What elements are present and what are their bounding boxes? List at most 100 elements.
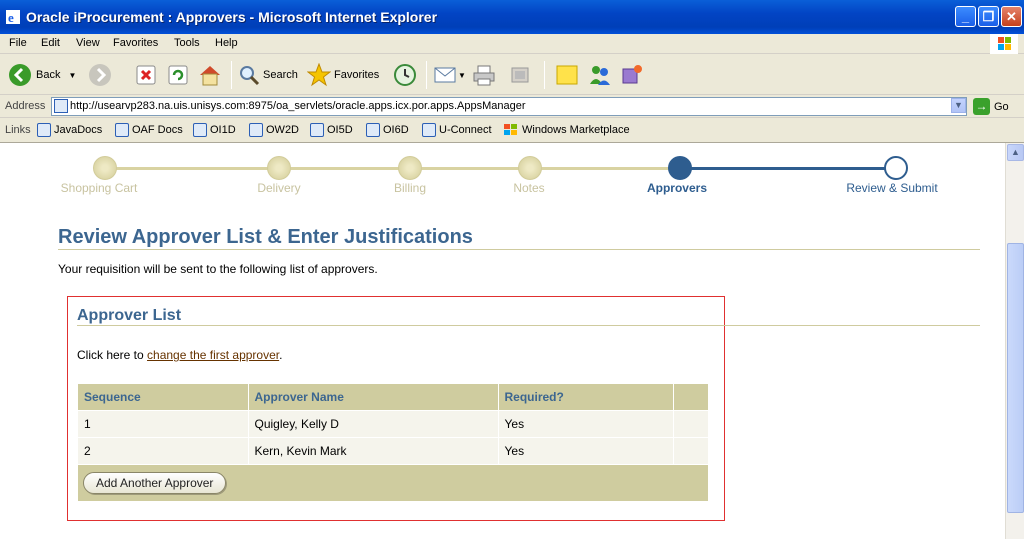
maximize-button[interactable]: ❐ bbox=[978, 6, 999, 27]
discuss-button[interactable] bbox=[555, 63, 579, 87]
address-dropdown-icon[interactable]: ▼ bbox=[951, 98, 966, 113]
train-label-notes[interactable]: Notes bbox=[513, 181, 544, 195]
toolbar-separator bbox=[231, 61, 232, 89]
home-icon bbox=[200, 66, 220, 86]
vertical-scrollbar[interactable]: ▲ bbox=[1005, 143, 1024, 539]
history-button[interactable] bbox=[393, 63, 417, 87]
stop-button[interactable] bbox=[136, 63, 156, 87]
ie-page-icon bbox=[310, 123, 324, 137]
history-icon bbox=[394, 64, 416, 86]
table-footer: Add Another Approver bbox=[78, 465, 708, 501]
train-step-delivery[interactable] bbox=[267, 156, 291, 180]
ie-page-icon bbox=[37, 123, 51, 137]
toolbar-separator bbox=[544, 61, 545, 89]
mail-icon bbox=[434, 67, 456, 83]
favorites-button[interactable]: Favorites bbox=[307, 63, 379, 87]
table-header-row: Sequence Approver Name Required? bbox=[78, 384, 708, 410]
cell-sequence: 2 bbox=[78, 436, 249, 464]
menu-file[interactable]: File bbox=[9, 37, 27, 49]
search-button[interactable]: Search bbox=[238, 63, 298, 87]
go-label: Go bbox=[994, 100, 1009, 113]
train-label-review-submit[interactable]: Review & Submit bbox=[846, 181, 937, 195]
train-step-billing[interactable] bbox=[398, 156, 422, 180]
link-label: OAF Docs bbox=[132, 124, 183, 136]
back-button[interactable]: Back ▼ bbox=[8, 63, 76, 87]
minimize-button[interactable]: _ bbox=[955, 6, 976, 27]
menu-favorites[interactable]: Favorites bbox=[113, 37, 158, 49]
link-ow2d[interactable]: OW2D bbox=[249, 123, 299, 137]
link-label: U-Connect bbox=[439, 124, 492, 136]
print-icon bbox=[473, 65, 495, 86]
train-step-review-submit[interactable] bbox=[884, 156, 908, 180]
page-content: Shopping Cart Delivery Billing Notes App… bbox=[0, 143, 1005, 539]
column-header-actions bbox=[673, 384, 708, 410]
cell-approver-name: Kern, Kevin Mark bbox=[248, 436, 499, 464]
link-oi6d[interactable]: OI6D bbox=[366, 123, 409, 137]
mail-button[interactable]: ▼ bbox=[434, 63, 466, 87]
train-label-shopping-cart[interactable]: Shopping Cart bbox=[61, 181, 138, 195]
ie-page-icon bbox=[422, 123, 436, 137]
research-button[interactable] bbox=[620, 63, 644, 87]
mail-dropdown-icon[interactable]: ▼ bbox=[458, 71, 466, 80]
ie-page-icon bbox=[193, 123, 207, 137]
cell-required: Yes bbox=[498, 409, 674, 437]
link-javadocs[interactable]: JavaDocs bbox=[37, 123, 102, 137]
add-another-approver-button[interactable]: Add Another Approver bbox=[83, 472, 227, 494]
ie-page-icon bbox=[115, 123, 129, 137]
train-step-approvers bbox=[668, 156, 692, 180]
cell-approver-name: Quigley, Kelly D bbox=[248, 409, 499, 437]
menu-tools[interactable]: Tools bbox=[174, 37, 200, 49]
messenger-button[interactable] bbox=[588, 63, 612, 87]
close-button[interactable]: ✕ bbox=[1001, 6, 1022, 27]
toolbar-separator bbox=[426, 61, 427, 89]
address-input[interactable]: http://usearvp283.na.uis.unisys.com:8975… bbox=[51, 97, 967, 116]
title-divider bbox=[58, 249, 980, 250]
link-u-connect[interactable]: U-Connect bbox=[422, 123, 492, 137]
window-title: Oracle iProcurement : Approvers - Micros… bbox=[26, 9, 438, 25]
messenger-icon bbox=[590, 66, 610, 85]
train-step-notes[interactable] bbox=[518, 156, 542, 180]
link-windows-marketplace[interactable]: Windows Marketplace bbox=[503, 123, 630, 137]
link-label: JavaDocs bbox=[54, 124, 103, 136]
back-dropdown-icon[interactable]: ▼ bbox=[68, 71, 76, 80]
windows-flag-icon bbox=[504, 124, 517, 135]
column-header-required: Required? bbox=[498, 384, 674, 410]
column-header-sequence: Sequence bbox=[78, 384, 249, 410]
link-oi5d[interactable]: OI5D bbox=[310, 123, 353, 137]
home-button[interactable] bbox=[198, 63, 222, 87]
change-first-approver-link[interactable]: change the first approver bbox=[147, 348, 279, 362]
scroll-thumb[interactable] bbox=[1007, 243, 1024, 513]
favorites-star-icon bbox=[307, 63, 331, 87]
section-divider bbox=[77, 325, 980, 326]
train-label-billing[interactable]: Billing bbox=[394, 181, 426, 195]
page-title: Review Approver List & Enter Justificati… bbox=[58, 226, 473, 248]
approver-table: Sequence Approver Name Required? 1 Quigl… bbox=[78, 384, 708, 464]
stop-icon bbox=[136, 65, 156, 85]
go-button[interactable]: → Go bbox=[973, 98, 1009, 115]
train-step-shopping-cart[interactable] bbox=[93, 156, 117, 180]
click-prefix: Click here to bbox=[77, 348, 148, 362]
click-suffix: . bbox=[279, 348, 283, 362]
menu-bar: File Edit View Favorites Tools Help bbox=[0, 34, 1024, 54]
scroll-up-icon[interactable]: ▲ bbox=[1007, 144, 1024, 161]
forward-arrow-icon bbox=[89, 64, 111, 86]
forward-button[interactable] bbox=[88, 63, 112, 87]
refresh-icon bbox=[168, 65, 188, 85]
menu-edit[interactable]: Edit bbox=[41, 37, 60, 49]
link-label: OW2D bbox=[266, 124, 299, 136]
edit-button[interactable] bbox=[510, 63, 530, 87]
train-label-delivery[interactable]: Delivery bbox=[257, 181, 300, 195]
change-approver-text: Click here to change the first approver. bbox=[77, 348, 282, 362]
print-button[interactable] bbox=[472, 63, 496, 87]
link-oaf-docs[interactable]: OAF Docs bbox=[115, 123, 183, 137]
link-oi1d[interactable]: OI1D bbox=[193, 123, 236, 137]
page-description: Your requisition will be sent to the fol… bbox=[58, 262, 378, 276]
ie-page-icon bbox=[366, 123, 380, 137]
favorites-label: Favorites bbox=[334, 69, 380, 81]
links-label: Links bbox=[5, 124, 31, 136]
menu-view[interactable]: View bbox=[76, 37, 100, 49]
link-label: Windows Marketplace bbox=[522, 124, 630, 136]
links-bar: Links JavaDocs OAF Docs OI1D OW2D OI5D O… bbox=[0, 119, 1024, 143]
refresh-button[interactable] bbox=[168, 63, 188, 87]
menu-help[interactable]: Help bbox=[215, 37, 238, 49]
